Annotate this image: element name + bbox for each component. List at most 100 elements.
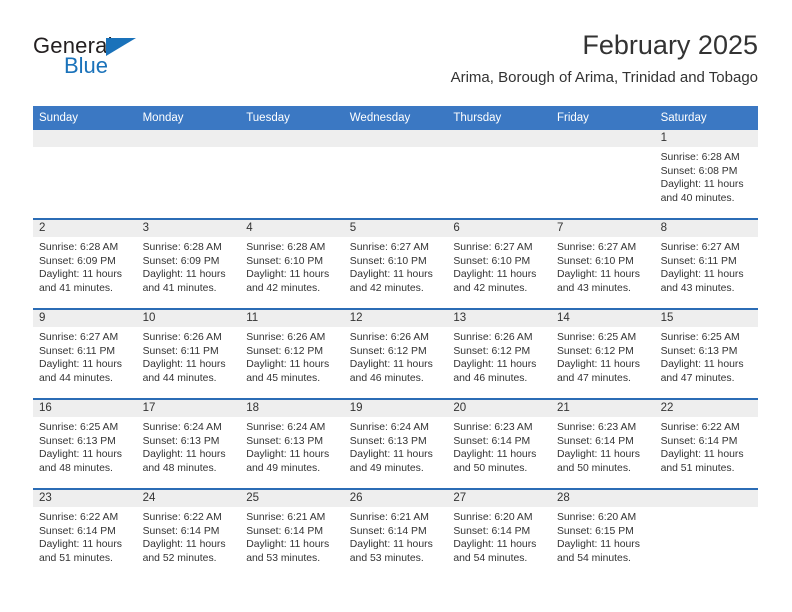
sunset-text: Sunset: 6:10 PM xyxy=(349,255,427,267)
sunrise-text: Sunrise: 6:24 AM xyxy=(246,422,326,433)
daylight-text: Daylight: 11 hours and 42 minutes. xyxy=(246,269,330,294)
calendar-day-cell[interactable]: 5 Sunrise: 6:27 AM Sunset: 6:10 PM Daylight… xyxy=(343,218,448,309)
sunset-text: Sunset: 6:12 PM xyxy=(349,345,427,357)
sunset-text: Sunset: 6:11 PM xyxy=(660,255,737,267)
calendar-day-cell[interactable]: 16 Sunrise: 6:25 AM Sunset: 6:13 PM Dayligh… xyxy=(33,398,137,489)
calendar-day-cell[interactable]: 11 Sunrise: 6:26 AM Sunset: 6:12 PM Dayligh… xyxy=(240,308,344,399)
calendar-day-cell[interactable]: 7 Sunrise: 6:27 AM Sunset: 6:10 PM Daylight… xyxy=(550,218,655,309)
logo-text-blue: Blue xyxy=(64,53,109,78)
day-number: 23 xyxy=(33,490,137,507)
calendar-day-cell[interactable]: 28 Sunrise: 6:20 AM Sunset: 6:15 PM Dayligh… xyxy=(550,488,655,578)
day-number: 17 xyxy=(136,400,241,417)
calendar-day-cell[interactable]: 18 Sunrise: 6:24 AM Sunset: 6:13 PM Dayligh… xyxy=(240,398,344,489)
sunrise-text: Sunrise: 6:22 AM xyxy=(39,512,119,523)
day-sun-info: Sunrise: 6:27 AM Sunset: 6:11 PM Daylight:… xyxy=(33,327,137,385)
day-sun-info: Sunrise: 6:26 AM Sunset: 6:12 PM Daylight:… xyxy=(240,327,344,385)
day-number: 20 xyxy=(447,400,551,417)
sunrise-text: Sunrise: 6:20 AM xyxy=(453,512,533,523)
calendar-week-row: 9 Sunrise: 6:27 AM Sunset: 6:11 PM Daylight… xyxy=(33,308,759,399)
daylight-text: Daylight: 11 hours and 40 minutes. xyxy=(660,179,744,204)
calendar-day-cell[interactable]: 15 Sunrise: 6:25 AM Sunset: 6:13 PM Dayligh… xyxy=(654,308,759,399)
calendar-day-cell[interactable]: 8 Sunrise: 6:27 AM Sunset: 6:11 PM Daylight… xyxy=(654,218,759,309)
sunrise-text: Sunrise: 6:27 AM xyxy=(556,242,637,253)
day-number: 15 xyxy=(654,310,759,327)
sunset-text: Sunset: 6:13 PM xyxy=(246,435,324,447)
day-sun-info: Sunrise: 6:20 AM Sunset: 6:14 PM Daylight:… xyxy=(447,507,551,565)
sunrise-text: Sunrise: 6:27 AM xyxy=(39,332,119,343)
day-sun-info: Sunrise: 6:22 AM Sunset: 6:14 PM Daylight:… xyxy=(33,507,137,565)
calendar-day-cell[interactable]: 9 Sunrise: 6:27 AM Sunset: 6:11 PM Daylight… xyxy=(33,308,137,399)
calendar-day-cell[interactable]: 4 Sunrise: 6:28 AM Sunset: 6:10 PM Daylight… xyxy=(240,218,344,309)
calendar-day-cell[interactable]: 22 Sunrise: 6:22 AM Sunset: 6:14 PM Dayligh… xyxy=(654,398,759,489)
calendar-day-cell[interactable]: 21 Sunrise: 6:23 AM Sunset: 6:14 PM Dayligh… xyxy=(550,398,655,489)
calendar-day-cell[interactable]: 12 Sunrise: 6:26 AM Sunset: 6:12 PM Dayligh… xyxy=(343,308,448,399)
calendar-week-row: 16 Sunrise: 6:25 AM Sunset: 6:13 PM Dayligh… xyxy=(33,398,759,489)
day-sun-info: Sunrise: 6:21 AM Sunset: 6:14 PM Daylight:… xyxy=(344,507,448,565)
day-sun-info: Sunrise: 6:27 AM Sunset: 6:10 PM Daylight:… xyxy=(344,237,448,295)
daylight-text: Daylight: 11 hours and 44 minutes. xyxy=(142,359,226,384)
sunrise-text: Sunrise: 6:26 AM xyxy=(246,332,326,343)
sunrise-text: Sunrise: 6:24 AM xyxy=(142,422,222,433)
day-number: 19 xyxy=(343,400,448,417)
calendar-day-cell[interactable]: 6 Sunrise: 6:27 AM Sunset: 6:10 PM Daylight… xyxy=(447,218,551,309)
calendar-day-cell-empty xyxy=(136,130,241,219)
sunset-text: Sunset: 6:14 PM xyxy=(556,435,634,447)
calendar-day-cell[interactable]: 17 Sunrise: 6:24 AM Sunset: 6:13 PM Dayligh… xyxy=(136,398,241,489)
calendar-day-cell[interactable]: 1 Sunrise: 6:28 AM Sunset: 6:08 PM Daylight… xyxy=(654,130,759,219)
column-header-friday: Friday xyxy=(550,106,655,130)
day-number: 6 xyxy=(447,220,551,237)
day-sun-info: Sunrise: 6:27 AM Sunset: 6:10 PM Daylight:… xyxy=(551,237,655,295)
sunset-text: Sunset: 6:14 PM xyxy=(142,525,220,537)
day-number: 18 xyxy=(240,400,344,417)
logo-triangle-icon xyxy=(106,38,136,56)
daylight-text: Daylight: 11 hours and 44 minutes. xyxy=(39,359,122,384)
sunrise-text: Sunrise: 6:23 AM xyxy=(556,422,637,433)
sunset-text: Sunset: 6:14 PM xyxy=(349,525,427,537)
calendar-day-cell[interactable]: 3 Sunrise: 6:28 AM Sunset: 6:09 PM Daylight… xyxy=(136,218,241,309)
day-sun-info: Sunrise: 6:21 AM Sunset: 6:14 PM Daylight:… xyxy=(240,507,344,565)
daylight-text: Daylight: 11 hours and 46 minutes. xyxy=(453,359,537,384)
daylight-text: Daylight: 11 hours and 50 minutes. xyxy=(556,449,640,474)
sunset-text: Sunset: 6:09 PM xyxy=(39,255,116,267)
calendar-day-cell[interactable]: 25 Sunrise: 6:21 AM Sunset: 6:14 PM Dayligh… xyxy=(240,488,344,578)
sunset-text: Sunset: 6:08 PM xyxy=(660,165,738,177)
day-number: 25 xyxy=(240,490,344,507)
day-sun-info: Sunrise: 6:24 AM Sunset: 6:13 PM Daylight:… xyxy=(344,417,448,475)
calendar-day-cell[interactable]: 10 Sunrise: 6:26 AM Sunset: 6:11 PM Dayligh… xyxy=(136,308,241,399)
calendar-day-cell[interactable]: 2 Sunrise: 6:28 AM Sunset: 6:09 PM Daylight… xyxy=(33,218,137,309)
calendar-day-cell[interactable]: 24 Sunrise: 6:22 AM Sunset: 6:14 PM Dayligh… xyxy=(136,488,241,578)
daylight-text: Daylight: 11 hours and 41 minutes. xyxy=(142,269,226,294)
page-subtitle: Arima, Borough of Arima, Trinidad and To… xyxy=(450,69,758,86)
calendar-day-cell[interactable]: 13 Sunrise: 6:26 AM Sunset: 6:12 PM Dayligh… xyxy=(447,308,551,399)
calendar-day-cell[interactable]: 23 Sunrise: 6:22 AM Sunset: 6:14 PM Dayligh… xyxy=(33,488,137,578)
day-number: 21 xyxy=(550,400,655,417)
calendar-day-cell[interactable]: 19 Sunrise: 6:24 AM Sunset: 6:13 PM Dayligh… xyxy=(343,398,448,489)
day-sun-info: Sunrise: 6:20 AM Sunset: 6:15 PM Daylight:… xyxy=(551,507,655,565)
sunset-text: Sunset: 6:13 PM xyxy=(660,345,738,357)
day-sun-info: Sunrise: 6:24 AM Sunset: 6:13 PM Daylight:… xyxy=(240,417,344,475)
sunset-text: Sunset: 6:12 PM xyxy=(453,345,531,357)
sunset-text: Sunset: 6:13 PM xyxy=(142,435,220,447)
sunset-text: Sunset: 6:14 PM xyxy=(246,525,324,537)
daylight-text: Daylight: 11 hours and 51 minutes. xyxy=(660,449,744,474)
calendar-day-cell[interactable]: 27 Sunrise: 6:20 AM Sunset: 6:14 PM Dayligh… xyxy=(447,488,551,578)
calendar-day-cell[interactable]: 26 Sunrise: 6:21 AM Sunset: 6:14 PM Dayligh… xyxy=(343,488,448,578)
page-title: February 2025 xyxy=(582,30,758,60)
calendar-day-cell[interactable]: 14 Sunrise: 6:25 AM Sunset: 6:12 PM Dayligh… xyxy=(550,308,655,399)
daylight-text: Daylight: 11 hours and 51 minutes. xyxy=(39,539,122,564)
sunset-text: Sunset: 6:12 PM xyxy=(556,345,634,357)
day-number: 10 xyxy=(136,310,241,327)
column-header-monday: Monday xyxy=(136,106,241,130)
calendar-week-row: 2 Sunrise: 6:28 AM Sunset: 6:09 PM Daylight… xyxy=(33,218,759,309)
calendar-day-cell-empty xyxy=(550,130,655,219)
sunrise-text: Sunrise: 6:21 AM xyxy=(246,512,326,523)
daylight-text: Daylight: 11 hours and 43 minutes. xyxy=(556,269,640,294)
daylight-text: Daylight: 11 hours and 52 minutes. xyxy=(142,539,226,564)
calendar-day-cell[interactable]: 20 Sunrise: 6:23 AM Sunset: 6:14 PM Dayligh… xyxy=(447,398,551,489)
day-sun-info: Sunrise: 6:28 AM Sunset: 6:10 PM Daylight:… xyxy=(240,237,344,295)
sunrise-text: Sunrise: 6:26 AM xyxy=(453,332,533,343)
sunset-text: Sunset: 6:14 PM xyxy=(453,435,531,447)
day-number xyxy=(550,130,655,147)
sunset-text: Sunset: 6:10 PM xyxy=(556,255,634,267)
daylight-text: Daylight: 11 hours and 53 minutes. xyxy=(246,539,330,564)
